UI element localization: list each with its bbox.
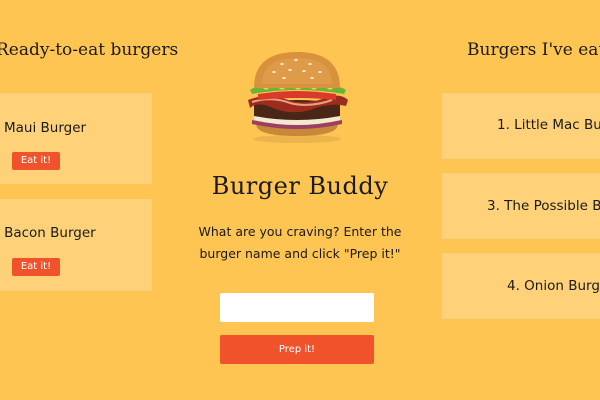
eat-it-button[interactable]: Eat it! bbox=[12, 258, 60, 276]
ready-burger-card: Maui Burger Eat it! bbox=[0, 93, 152, 184]
ready-to-eat-heading: Ready-to-eat burgers bbox=[0, 40, 179, 60]
eaten-burger-label: 4. Onion Burger bbox=[507, 278, 600, 294]
instructions-text: What are you craving? Enter the burger n… bbox=[198, 224, 402, 261]
eaten-burger-card: 3. The Possible Burger bbox=[442, 173, 600, 239]
burger-icon bbox=[248, 52, 348, 143]
eaten-burger-label: 3. The Possible Burger bbox=[487, 198, 600, 214]
ready-burger-name: Bacon Bacon Burger bbox=[0, 225, 96, 241]
app-root: Ready-to-eat burgers Maui Burger Eat it!… bbox=[0, 0, 600, 400]
eat-it-button[interactable]: Eat it! bbox=[12, 152, 60, 170]
eaten-burger-card: 4. Onion Burger bbox=[442, 253, 600, 319]
prep-it-button[interactable]: Prep it! bbox=[220, 335, 374, 364]
burger-name-input[interactable] bbox=[220, 293, 374, 322]
eaten-heading: Burgers I've eaten bbox=[467, 40, 600, 60]
ready-burger-name: Maui Burger bbox=[4, 120, 87, 136]
ready-burger-card: Bacon Bacon Burger Eat it! bbox=[0, 199, 152, 291]
eaten-burger-card: 1. Little Mac Burger bbox=[442, 93, 600, 159]
eaten-burger-label: 1. Little Mac Burger bbox=[497, 117, 600, 133]
